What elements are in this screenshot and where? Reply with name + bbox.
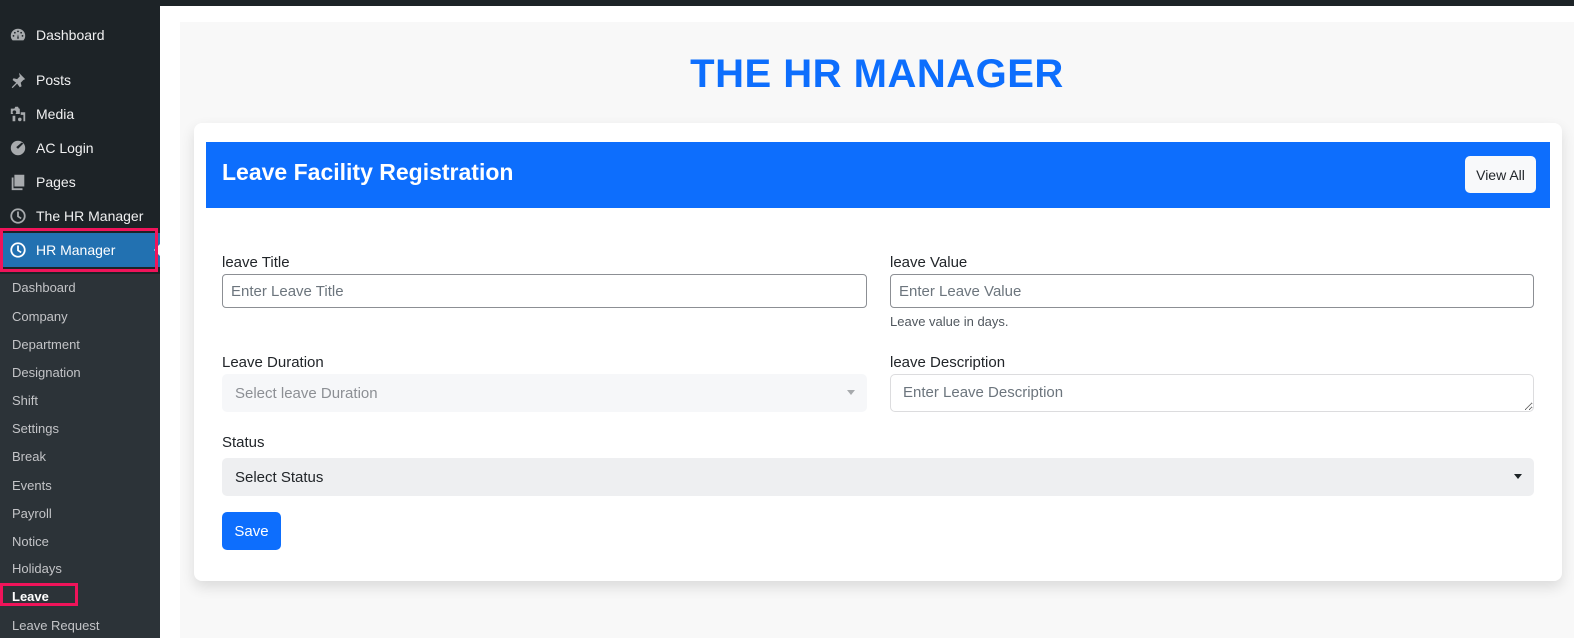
sidebar-item-label: Posts [36,72,72,88]
submenu-item-notice[interactable]: Notice [12,532,49,552]
admin-sidebar: Dashboard Posts Media AC Login Pages The… [0,0,160,638]
main-content: THE HR MANAGER Leave Facility Registrati… [160,6,1574,638]
sidebar-item-dashboard[interactable]: Dashboard [0,18,160,52]
sidebar-item-media[interactable]: Media [0,97,160,131]
view-all-button[interactable]: View All [1465,156,1536,193]
submenu-item-settings[interactable]: Settings [12,419,59,439]
leave-value-label: leave Value [890,254,968,271]
leave-title-input[interactable] [222,274,867,308]
leave-duration-selected: Select leave Duration [235,384,378,402]
leave-description-textarea[interactable] [890,374,1534,412]
page-wrapper: THE HR MANAGER Leave Facility Registrati… [180,22,1574,638]
sidebar-item-label: Dashboard [36,27,105,43]
hr-manager-submenu: Dashboard Company Department Designation… [0,274,160,638]
clock-icon [0,207,36,225]
sidebar-item-ac-login[interactable]: AC Login [0,131,160,165]
submenu-item-shift[interactable]: Shift [12,391,38,411]
pin-icon [0,71,36,89]
status-select[interactable]: Select Status [222,458,1534,496]
submenu-item-department[interactable]: Department [12,335,80,355]
sidebar-item-label: Media [36,106,75,122]
submenu-item-company[interactable]: Company [12,307,68,327]
card-title: Leave Facility Registration [222,159,514,185]
leave-title-label: leave Title [222,254,290,271]
sidebar-item-hr-manager[interactable]: HR Manager [0,233,160,267]
submenu-item-payroll[interactable]: Payroll [12,504,52,524]
chevron-down-icon [1514,474,1522,479]
submenu-item-leave[interactable]: Leave [12,587,49,607]
palette-icon [0,139,36,157]
submenu-item-events[interactable]: Events [12,476,52,496]
sidebar-item-label: AC Login [36,140,94,156]
sidebar-item-posts[interactable]: Posts [0,63,160,97]
chevron-down-icon [847,390,855,395]
page-title: THE HR MANAGER [690,52,1064,96]
leave-duration-select[interactable]: Select leave Duration [222,374,867,412]
submenu-item-break[interactable]: Break [12,447,46,467]
submenu-item-dashboard[interactable]: Dashboard [12,278,76,298]
status-selected: Select Status [235,468,324,486]
status-label: Status [222,434,265,451]
submenu-item-leave-request[interactable]: Leave Request [12,616,99,636]
clock-icon [0,241,36,259]
dashboard-icon [0,26,36,44]
save-button[interactable]: Save [222,512,281,550]
sidebar-item-label: HR Manager [36,242,116,258]
leave-duration-label: Leave Duration [222,354,324,371]
card-header: Leave Facility Registration View All [206,142,1550,208]
sidebar-item-label: Pages [36,174,76,190]
pages-icon [0,173,36,191]
sidebar-item-the-hr-manager[interactable]: The HR Manager [0,199,160,233]
leave-description-label: leave Description [890,354,1006,371]
leave-value-input[interactable] [890,274,1534,308]
submenu-item-holidays[interactable]: Holidays [12,559,62,579]
submenu-item-designation[interactable]: Designation [12,363,81,383]
sidebar-item-label: The HR Manager [36,208,144,224]
sidebar-item-pages[interactable]: Pages [0,165,160,199]
leave-registration-card: Leave Facility Registration View All lea… [194,123,1562,581]
leave-value-help-text: Leave value in days. [890,314,1009,329]
media-icon [0,105,36,123]
